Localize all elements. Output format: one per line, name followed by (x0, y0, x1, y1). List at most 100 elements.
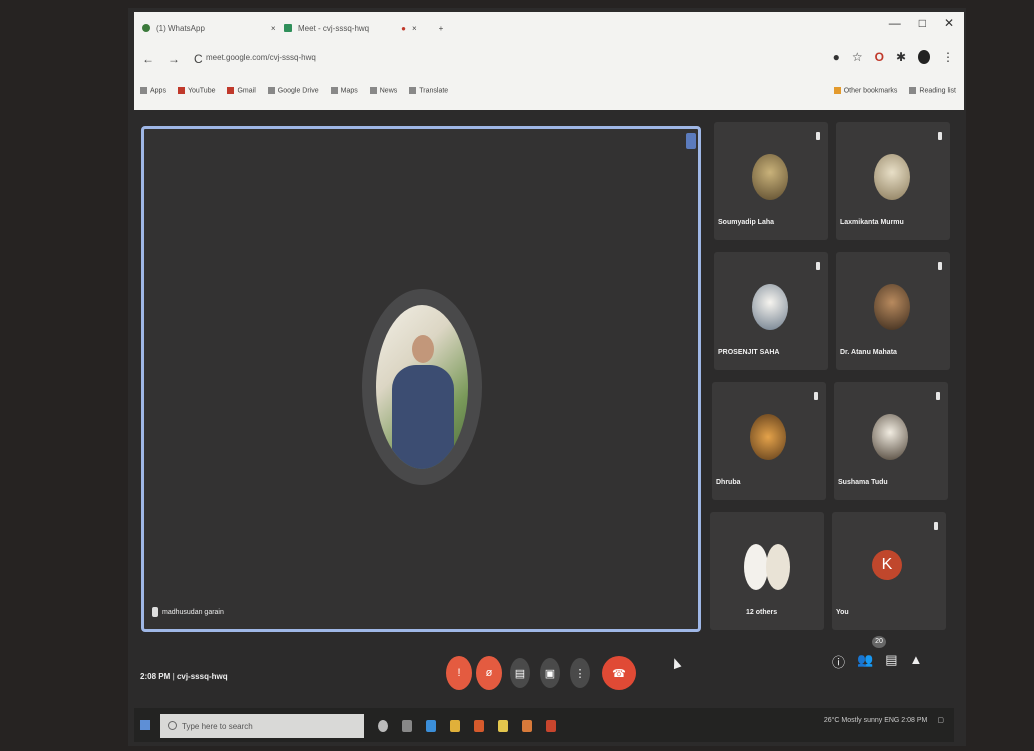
url-field[interactable]: meet.google.com/cvj-sssq-hwq (206, 53, 316, 62)
bookmark-item[interactable]: YouTube (177, 87, 215, 95)
right-controls: ⓘ 👥 ▤ ▲ (832, 652, 922, 671)
whatsapp-icon (142, 24, 150, 32)
star-icon[interactable]: ☆ (852, 50, 863, 64)
participant-tile[interactable]: Dr. Atanu Mahata (836, 252, 950, 370)
participant-count-badge: 20 (872, 636, 886, 648)
participant-name: Soumyadip Laha (718, 219, 775, 226)
person-head (412, 335, 434, 363)
activities-icon[interactable]: ▲ (910, 652, 923, 671)
forward-icon[interactable]: → (168, 52, 180, 66)
self-avatar: K (872, 550, 902, 580)
presenter-tile[interactable]: madhusudan garain (141, 126, 701, 632)
participant-tile[interactable]: Laxmikanta Murmu (836, 122, 950, 240)
extension-icon[interactable]: O (875, 50, 884, 64)
avatar (874, 284, 910, 330)
mic-icon (152, 607, 158, 617)
avatar (750, 414, 786, 460)
reload-icon[interactable]: C (194, 52, 203, 66)
close-icon[interactable]: × (271, 24, 276, 33)
mic-icon (938, 132, 942, 140)
bookmark-item[interactable]: News (369, 87, 397, 95)
participant-tile[interactable]: Soumyadip Laha (714, 122, 828, 240)
avatar (766, 544, 790, 590)
tray-text: 26°C Mostly sunny ENG 2:08 PM (823, 716, 928, 724)
bookmarks-bar: Apps YouTube Gmail Google Drive Maps New… (134, 80, 964, 102)
address-bar-row: ← → C meet.google.com/cvj-sssq-hwq ● ☆ O… (134, 48, 964, 72)
browser-chrome: (1) WhatsApp × Meet - cvj-sssq-hwq ● × +… (134, 12, 964, 110)
info-icon[interactable]: ⓘ (832, 652, 845, 671)
meeting-code: cvj-sssq-hwq (176, 672, 228, 681)
window-controls: — □ ✕ (889, 16, 954, 30)
avatar (744, 544, 768, 590)
mic-toggle-button[interactable]: ! (446, 656, 472, 690)
bookmark-item[interactable]: Other bookmarks (833, 87, 897, 95)
camera-toggle-button[interactable]: ø (476, 656, 502, 690)
taskbar-search[interactable]: Type here to search (160, 714, 364, 738)
mic-icon (934, 522, 938, 530)
meeting-info: 2:08 PM | cvj-sssq-hwq (140, 672, 228, 681)
close-window-button[interactable]: ✕ (944, 16, 954, 30)
presenter-name-label: madhusudan garain (152, 607, 224, 617)
mic-off-icon: ! (457, 667, 461, 679)
bookmark-item[interactable]: Gmail (227, 87, 256, 95)
participant-name: Laxmikanta Murmu (840, 219, 904, 226)
participant-tile[interactable]: Dhruba (712, 382, 826, 500)
bookmark-item[interactable]: Google Drive (267, 87, 319, 95)
new-tab-icon[interactable]: + (439, 24, 444, 33)
minimize-button[interactable]: — (889, 16, 901, 30)
bookmark-item[interactable]: Reading list (909, 87, 956, 95)
mic-icon (938, 262, 942, 270)
tab-strip: (1) WhatsApp × Meet - cvj-sssq-hwq ● × +… (134, 12, 964, 42)
participant-name: PROSENJIT SAHA (718, 349, 780, 356)
tab-meet[interactable]: Meet - cvj-sssq-hwq ● × + (284, 18, 443, 38)
avatar (874, 154, 910, 200)
end-call-button[interactable]: ☎ (602, 656, 636, 690)
tab-whatsapp[interactable]: (1) WhatsApp × (142, 18, 276, 38)
participant-name: Dr. Atanu Mahata (840, 349, 897, 356)
powerpoint-icon[interactable] (474, 720, 484, 732)
bookmark-item[interactable]: Apps (140, 87, 166, 95)
chat-icon[interactable]: ▤ (885, 652, 897, 671)
puzzle-icon[interactable]: ✱ (896, 50, 906, 64)
mic-icon (816, 262, 820, 270)
captions-button[interactable]: ▤ (510, 658, 530, 688)
tab-label: Meet - cvj-sssq-hwq (298, 23, 370, 33)
chrome-icon[interactable] (498, 720, 508, 732)
participant-tile[interactable]: PROSENJIT SAHA (714, 252, 828, 370)
participant-tile-self[interactable]: K You (832, 512, 946, 630)
present-button[interactable]: ▣ (540, 658, 560, 688)
app-icon[interactable] (546, 720, 556, 732)
app-icon[interactable] (522, 720, 532, 732)
meet-icon (284, 24, 292, 32)
participant-name: 12 others (746, 609, 778, 616)
notification-icon[interactable]: ▢ (937, 716, 944, 724)
taskbar: Type here to search 26°C Mostly sunny EN… (134, 708, 954, 742)
people-icon[interactable]: 👥 (857, 652, 873, 671)
avatar (752, 284, 788, 330)
windows-start-icon[interactable] (140, 720, 150, 730)
presenter-name: madhusudan garain (162, 608, 224, 616)
camera-icon[interactable]: ● (833, 50, 840, 64)
captions-icon: ▤ (514, 667, 526, 680)
maximize-button[interactable]: □ (919, 16, 926, 30)
participant-tile-others[interactable]: 12 others (710, 512, 824, 630)
back-icon[interactable]: ← (142, 52, 154, 66)
task-view-icon[interactable] (402, 720, 412, 732)
meeting-time: 2:08 PM (140, 672, 171, 681)
bookmark-item[interactable]: Translate (409, 87, 448, 95)
pin-icon[interactable] (686, 133, 696, 149)
search-icon (168, 721, 177, 730)
more-options-button[interactable]: ⋮ (570, 658, 590, 688)
nav-buttons: ← → C (142, 52, 203, 66)
avatar (752, 154, 788, 200)
person-body (392, 365, 454, 469)
edge-icon[interactable] (426, 720, 436, 732)
file-explorer-icon[interactable] (450, 720, 460, 732)
menu-icon[interactable]: ⋮ (942, 50, 954, 64)
participant-tile[interactable]: Sushama Tudu (834, 382, 948, 500)
profile-avatar[interactable] (918, 50, 930, 64)
close-icon[interactable]: × (412, 24, 417, 33)
recording-dot-icon: ● (401, 23, 406, 33)
bookmark-item[interactable]: Maps (330, 87, 358, 95)
cortana-icon[interactable] (378, 720, 388, 732)
